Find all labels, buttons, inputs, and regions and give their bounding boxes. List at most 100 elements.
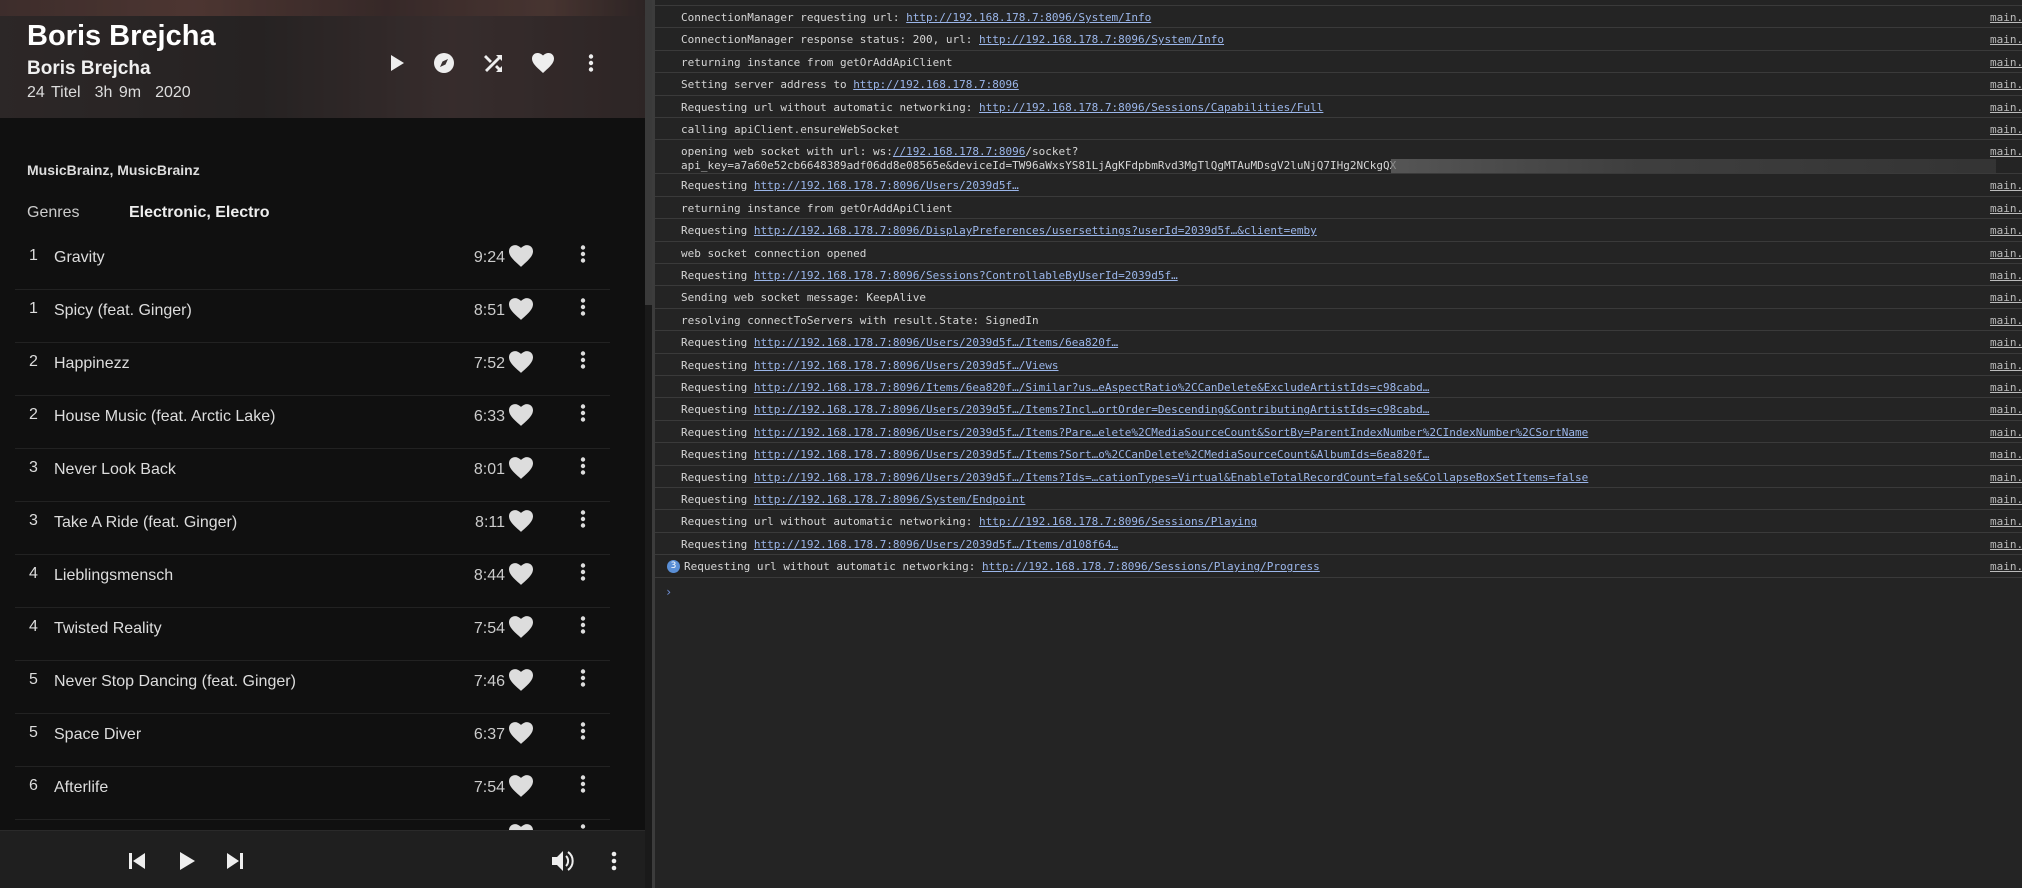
track-name[interactable]: Twisted Reality xyxy=(54,620,162,638)
track-more-button[interactable] xyxy=(580,404,600,428)
track-row[interactable]: 5 Space Diver 6:37 xyxy=(15,714,610,767)
log-url-link[interactable]: http://192.168.178.7:8096/System/Info xyxy=(906,11,1151,24)
track-name[interactable]: Take A Ride (feat. Ginger) xyxy=(54,514,237,532)
previous-button[interactable] xyxy=(124,848,150,874)
log-source-link[interactable]: main. xyxy=(1990,224,2022,237)
track-more-button[interactable] xyxy=(580,457,600,481)
play-pause-button[interactable] xyxy=(174,848,200,874)
log-url-link[interactable]: http://192.168.178.7:8096/Users/2039d5f…… xyxy=(754,538,1118,551)
log-url-link[interactable]: http://192.168.178.7:8096/Sessions/Capab… xyxy=(979,101,1323,114)
console-prompt[interactable]: › xyxy=(665,585,672,599)
more-button[interactable] xyxy=(578,50,604,76)
log-url-link[interactable]: http://192.168.178.7:8096/Sessions?Contr… xyxy=(754,269,1178,282)
log-source-link[interactable]: main. xyxy=(1990,101,2022,114)
log-url-link[interactable]: http://192.168.178.7:8096/Users/2039d5f…… xyxy=(754,359,1059,372)
log-source-link[interactable]: main. xyxy=(1990,493,2022,506)
track-more-button[interactable] xyxy=(580,351,600,375)
log-source-link[interactable]: main. xyxy=(1990,426,2022,439)
log-source-link[interactable]: main. xyxy=(1990,56,2022,69)
track-favorite-button[interactable] xyxy=(509,563,535,587)
track-favorite-button[interactable] xyxy=(509,298,535,322)
track-row[interactable]: 3 Take A Ride (feat. Ginger) 8:11 xyxy=(15,502,610,555)
track-favorite-button[interactable] xyxy=(509,457,535,481)
track-row[interactable]: 1 Gravity 9:24 xyxy=(15,237,610,290)
track-more-button[interactable] xyxy=(580,722,600,746)
volume-button[interactable] xyxy=(551,848,577,874)
log-source-link[interactable]: main. xyxy=(1990,359,2022,372)
log-url-link[interactable]: http://192.168.178.7:8096/Items/6ea820f…… xyxy=(754,381,1430,394)
log-source-link[interactable]: main. xyxy=(1990,314,2022,327)
log-url-link[interactable]: //192.168.178.7:8096 xyxy=(893,145,1025,158)
log-source-link[interactable]: main. xyxy=(1990,291,2022,304)
next-button[interactable] xyxy=(222,848,248,874)
log-source-link[interactable]: main. xyxy=(1990,381,2022,394)
log-source-link[interactable]: main. xyxy=(1990,515,2022,528)
shuffle-button[interactable] xyxy=(480,50,506,76)
track-name[interactable]: Spicy (feat. Ginger) xyxy=(54,302,192,320)
log-source-link[interactable]: main. xyxy=(1990,336,2022,349)
log-url-link[interactable]: http://192.168.178.7:8096/Users/2039d5f… xyxy=(754,179,1019,192)
track-name[interactable]: Never Look Back xyxy=(54,461,176,479)
log-url-link[interactable]: http://192.168.178.7:8096/Users/2039d5f…… xyxy=(754,403,1430,416)
log-url-link[interactable]: http://192.168.178.7:8096/Users/2039d5f…… xyxy=(754,471,1588,484)
track-row[interactable]: 2 Happinezz 7:52 xyxy=(15,343,610,396)
log-source-link[interactable]: main. xyxy=(1990,403,2022,416)
log-source-link[interactable]: main. xyxy=(1990,247,2022,260)
track-favorite-button[interactable] xyxy=(509,669,535,693)
log-source-link[interactable]: main. xyxy=(1990,145,2022,158)
app-scrollbar-thumb[interactable] xyxy=(645,0,652,305)
album-artist-link[interactable]: Boris Brejcha xyxy=(27,58,151,80)
log-source-link[interactable]: main. xyxy=(1990,78,2022,91)
log-source-link[interactable]: main. xyxy=(1990,560,2022,573)
track-more-button[interactable] xyxy=(580,669,600,693)
log-url-link[interactable]: http://192.168.178.7:8096/Users/2039d5f…… xyxy=(754,448,1430,461)
track-name[interactable]: Never Stop Dancing (feat. Ginger) xyxy=(54,673,296,691)
log-source-link[interactable]: main. xyxy=(1990,269,2022,282)
log-source-link[interactable]: main. xyxy=(1990,538,2022,551)
track-favorite-button[interactable] xyxy=(509,404,535,428)
track-favorite-button[interactable] xyxy=(509,775,535,799)
log-url-link[interactable]: http://192.168.178.7:8096/Sessions/Playi… xyxy=(982,560,1320,573)
track-name[interactable]: Afterlife xyxy=(54,779,108,797)
track-name[interactable]: Lieblingsmensch xyxy=(54,567,173,585)
log-source-link[interactable]: main. xyxy=(1990,33,2022,46)
log-url-link[interactable]: http://192.168.178.7:8096/System/Endpoin… xyxy=(754,493,1026,506)
track-more-button[interactable] xyxy=(580,775,600,799)
track-favorite-button[interactable] xyxy=(509,510,535,534)
log-source-link[interactable]: main. xyxy=(1990,202,2022,215)
track-row[interactable]: 3 Never Look Back 8:01 xyxy=(15,449,610,502)
track-favorite-button[interactable] xyxy=(509,351,535,375)
track-more-button[interactable] xyxy=(580,510,600,534)
track-row[interactable]: 4 Twisted Reality 7:54 xyxy=(15,608,610,661)
track-more-button[interactable] xyxy=(580,298,600,322)
favorite-button[interactable] xyxy=(530,50,556,76)
log-source-link[interactable]: main. xyxy=(1990,471,2022,484)
track-more-button[interactable] xyxy=(580,563,600,587)
player-more-button[interactable] xyxy=(601,848,627,874)
log-url-link[interactable]: http://192.168.178.7:8096 xyxy=(853,78,1019,91)
track-row[interactable]: 5 Never Stop Dancing (feat. Ginger) 7:46 xyxy=(15,661,610,714)
log-url-link[interactable]: http://192.168.178.7:8096/Sessions/Playi… xyxy=(979,515,1257,528)
log-url-link[interactable]: http://192.168.178.7:8096/System/Info xyxy=(979,33,1224,46)
track-row[interactable]: 6 Afterlife 7:54 xyxy=(15,767,610,820)
track-name[interactable]: Happinezz xyxy=(54,355,130,373)
log-url-link[interactable]: http://192.168.178.7:8096/Users/2039d5f…… xyxy=(754,426,1588,439)
track-more-button[interactable] xyxy=(580,245,600,269)
track-name[interactable]: Gravity xyxy=(54,249,105,267)
track-row[interactable]: 2 House Music (feat. Arctic Lake) 6:33 xyxy=(15,396,610,449)
log-source-link[interactable]: main. xyxy=(1990,123,2022,136)
log-url-link[interactable]: http://192.168.178.7:8096/Users/2039d5f…… xyxy=(754,336,1118,349)
track-favorite-button[interactable] xyxy=(509,722,535,746)
track-name[interactable]: Space Diver xyxy=(54,726,141,744)
log-source-link[interactable]: main. xyxy=(1990,179,2022,192)
track-name[interactable]: House Music (feat. Arctic Lake) xyxy=(54,408,275,426)
track-row[interactable]: 1 Spicy (feat. Ginger) 8:51 xyxy=(15,290,610,343)
track-favorite-button[interactable] xyxy=(509,245,535,269)
track-favorite-button[interactable] xyxy=(509,616,535,640)
track-more-button[interactable] xyxy=(580,616,600,640)
log-source-link[interactable]: main. xyxy=(1990,448,2022,461)
log-url-link[interactable]: http://192.168.178.7:8096/DisplayPrefere… xyxy=(754,224,1317,237)
track-row[interactable]: 4 Lieblingsmensch 8:44 xyxy=(15,555,610,608)
instant-mix-button[interactable] xyxy=(431,50,457,76)
genres-value[interactable]: Electronic, Electro xyxy=(129,204,270,222)
